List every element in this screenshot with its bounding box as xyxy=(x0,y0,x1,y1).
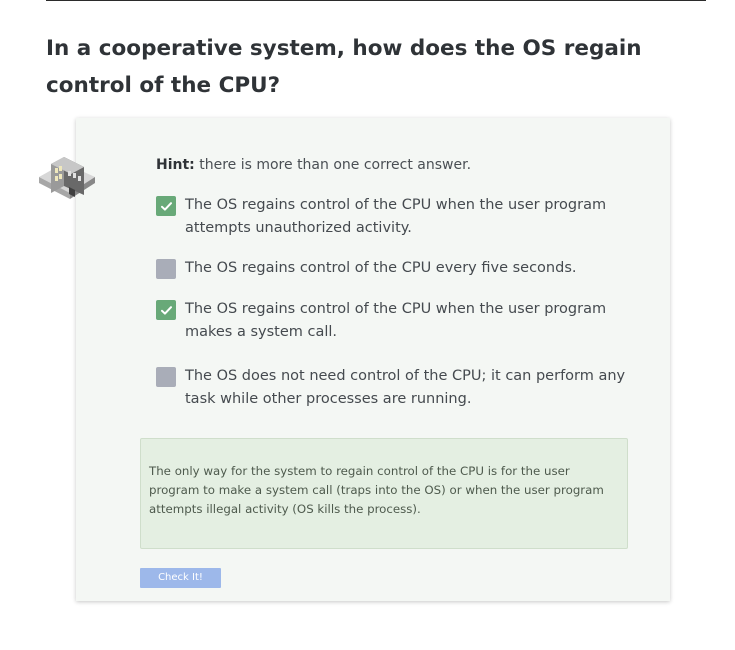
feedback-text: The only way for the system to regain co… xyxy=(149,464,604,516)
feedback-box: The only way for the system to regain co… xyxy=(140,438,628,549)
hint: Hint: there is more than one correct ans… xyxy=(156,156,471,174)
page: In a cooperative system, how does the OS… xyxy=(0,0,735,650)
answer-option-4[interactable]: The OS does not need control of the CPU;… xyxy=(156,367,636,411)
answer-option-1[interactable]: The OS regains control of the CPU when t… xyxy=(156,196,636,240)
answer-checkbox-4[interactable] xyxy=(156,367,176,387)
answer-option-text: The OS regains control of the CPU every … xyxy=(185,260,577,276)
checkmark-icon xyxy=(160,201,172,211)
top-divider xyxy=(46,0,706,1)
question-title: In a cooperative system, how does the OS… xyxy=(46,36,642,98)
question-card: Hint: there is more than one correct ans… xyxy=(76,118,670,601)
answer-option-3[interactable]: The OS regains control of the CPU when t… xyxy=(156,300,636,344)
answer-option-text: The OS regains control of the CPU when t… xyxy=(185,197,607,236)
answer-checkbox-1[interactable] xyxy=(156,196,176,216)
answer-checkbox-2[interactable] xyxy=(156,259,176,279)
hint-text: there is more than one correct answer. xyxy=(199,157,472,173)
isometric-building-icon xyxy=(39,157,95,199)
answer-checkbox-3[interactable] xyxy=(156,300,176,320)
check-it-button[interactable]: Check It! xyxy=(140,568,221,588)
answer-option-text: The OS regains control of the CPU when t… xyxy=(185,301,607,340)
answer-option-2[interactable]: The OS regains control of the CPU every … xyxy=(156,259,636,280)
answer-option-text: The OS does not need control of the CPU;… xyxy=(185,368,626,407)
checkmark-icon xyxy=(160,305,172,315)
hint-label: Hint: xyxy=(156,157,195,173)
